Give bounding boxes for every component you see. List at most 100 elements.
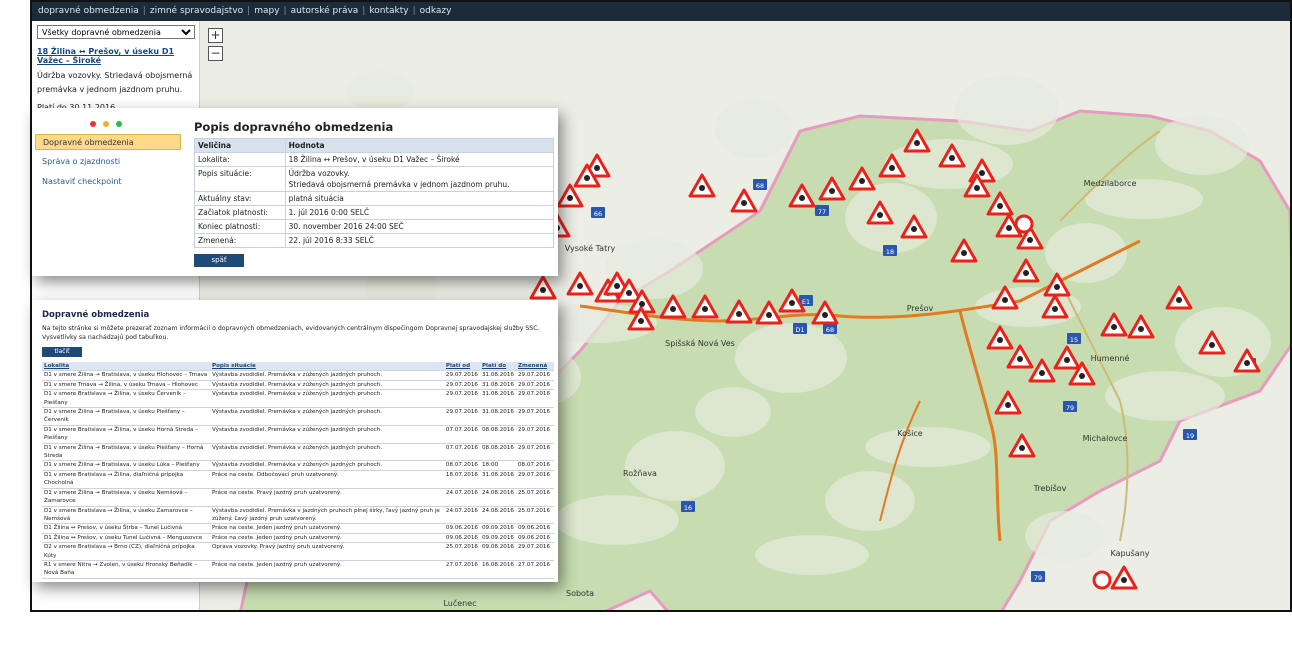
place-label: Sobota bbox=[566, 589, 594, 598]
menu-item-report[interactable]: Správa o zjazdnosti bbox=[35, 154, 181, 170]
table-cell: Výstavba zvodidiel. Premávka v zúžených … bbox=[209, 425, 444, 444]
table-row[interactable]: D1 v smere Žilina → Bratislava, v úseku … bbox=[42, 370, 554, 381]
roadwork-figure-icon bbox=[639, 301, 645, 307]
table-cell: D1 v smere Bratislava → Žilina, v úseku … bbox=[42, 389, 210, 409]
roadwork-figure-icon bbox=[1138, 326, 1144, 332]
table-cell: 27.07.2016 bbox=[443, 560, 480, 579]
column-header[interactable]: Platí do bbox=[479, 362, 516, 372]
table-cell: Práce na ceste. Jeden jazdný pruh uzatvo… bbox=[209, 523, 444, 534]
table-cell: 24.07.2016 bbox=[443, 506, 480, 525]
restriction-filter-select[interactable]: Všetky dopravné obmedzenia bbox=[37, 25, 195, 39]
table-cell: 31.08.2016 bbox=[479, 370, 516, 381]
table-row[interactable]: D1 v smere Žilina → Bratislava, v úseku … bbox=[42, 407, 554, 426]
back-button[interactable]: späť bbox=[194, 254, 244, 267]
road-shield-label: 79 bbox=[1034, 574, 1042, 582]
lowland-patch bbox=[865, 427, 991, 467]
roadwork-figure-icon bbox=[626, 290, 632, 296]
restriction-detail-card: Dopravné obmedzenia Správa o zjazdnosti … bbox=[32, 108, 558, 276]
roadwork-figure-icon bbox=[1019, 445, 1025, 451]
detail-table: Veličina Hodnota Lokalita: 18 Žilina ↔ Pre… bbox=[194, 138, 555, 248]
top-navigation: dopravné obmedzenia | zimné spravodajstvo |… bbox=[32, 2, 1290, 21]
road-shield-label: 16 bbox=[684, 504, 692, 512]
place-label: Michalovce bbox=[1083, 434, 1128, 443]
window-controls bbox=[90, 120, 129, 129]
table-cell: Oprava vozovky. Pravý jazdný pruh uzatvo… bbox=[209, 542, 444, 561]
nav-item[interactable]: zimné spravodajstvo bbox=[150, 6, 243, 16]
restrictions-list-card: Dopravné obmedzenia Na tejto stránke si … bbox=[32, 300, 558, 582]
closure-sign-icon bbox=[1014, 214, 1034, 234]
lowland-patch bbox=[1025, 511, 1105, 561]
roadwork-figure-icon bbox=[1027, 237, 1033, 243]
roadwork-figure-icon bbox=[799, 195, 805, 201]
table-row[interactable]: D1 v smere Žilina → Bratislava, v úseku … bbox=[42, 460, 554, 471]
table-cell: Práce na ceste. Pravý jazdný pruh uzatvo… bbox=[209, 488, 444, 507]
table-cell: 09.09.2016 bbox=[479, 533, 516, 544]
table-cell: 18:00 bbox=[479, 460, 516, 471]
table-cell: Výstavba zvodidiel. Premávka v jazdných … bbox=[209, 506, 444, 525]
table-cell: D1 v smere Žilina → Bratislava, v úseku … bbox=[42, 488, 210, 507]
table-row[interactable]: D2 v smere Bratislava → Brno (CZ), diaľn… bbox=[42, 542, 554, 561]
table-cell: 29.07.2016 bbox=[515, 470, 554, 489]
table-cell: 29.07.2016 bbox=[443, 370, 480, 381]
table-cell: 29.07.2016 bbox=[443, 407, 480, 426]
table-row[interactable]: R1 v smere Nitra → Zvolen, v úseku Hrons… bbox=[42, 560, 554, 579]
table-row[interactable]: D1 Žilina ↔ Prešov, v úseku Tunel Lučivn… bbox=[42, 533, 554, 544]
app-menu: Dopravné obmedzenia Správa o zjazdnosti … bbox=[35, 134, 181, 194]
column-header[interactable]: Lokalita bbox=[42, 362, 210, 372]
table-row[interactable]: D1 Žilina ↔ Prešov, v úseku Štrba – Tune… bbox=[42, 523, 554, 534]
nav-separator: | bbox=[142, 6, 146, 16]
lowland-patch bbox=[555, 495, 679, 545]
table-row[interactable]: D1 v smere Žilina → Bratislava, v úseku … bbox=[42, 488, 554, 507]
nav-item[interactable]: dopravné obmedzenia bbox=[38, 6, 139, 16]
roadwork-figure-icon bbox=[1052, 306, 1058, 312]
table-cell: D1 v smere Trnava → Žilina, v úseku Trna… bbox=[42, 380, 210, 391]
minimize-dot-icon[interactable] bbox=[103, 121, 109, 127]
table-cell: 29.07.2016 bbox=[515, 542, 554, 561]
zoom-out-button[interactable]: − bbox=[208, 46, 223, 61]
roadwork-figure-icon bbox=[1023, 270, 1029, 276]
road-shield-label: 15 bbox=[1070, 336, 1078, 344]
roadwork-figure-icon bbox=[889, 165, 895, 171]
roadwork-figure-icon bbox=[974, 185, 980, 191]
table-row[interactable]: D1 v smere Bratislava → Žilina, v úseku … bbox=[42, 506, 554, 525]
maximize-dot-icon[interactable] bbox=[116, 121, 122, 127]
restriction-link[interactable]: 18 Žilina ↔ Prešov, v úseku D1 Važec – Š… bbox=[37, 47, 194, 65]
nav-separator: | bbox=[362, 6, 366, 16]
column-header[interactable]: Popis situácie bbox=[209, 362, 444, 372]
print-button[interactable]: tlačiť bbox=[42, 347, 82, 357]
table-row[interactable]: D1 v smere Žilina → Bratislava, v úseku … bbox=[42, 443, 554, 462]
roadwork-figure-icon bbox=[567, 195, 573, 201]
table-row[interactable]: D1 v smere Bratislava → Žilina, diaľničn… bbox=[42, 470, 554, 489]
menu-item-restrictions[interactable]: Dopravné obmedzenia bbox=[35, 134, 181, 150]
table-row[interactable]: D1 v smere Bratislava → Žilina, v úseku … bbox=[42, 389, 554, 409]
nav-item[interactable]: autorské práva bbox=[291, 6, 359, 16]
list-intro: Na tejto stránke si môžete prezerať zozn… bbox=[42, 325, 540, 341]
nav-item[interactable]: odkazy bbox=[420, 6, 452, 16]
nav-item[interactable]: kontakty bbox=[369, 6, 408, 16]
property-label: Aktuálny stav: bbox=[194, 191, 286, 206]
table-cell: 16.08.2016 bbox=[479, 560, 516, 579]
place-label: Spišská Nová Ves bbox=[665, 338, 735, 348]
lowland-patch bbox=[1155, 115, 1249, 175]
place-label: Humenné bbox=[1091, 353, 1130, 363]
table-cell: 31.08.2016 bbox=[479, 389, 516, 409]
column-header: Hodnota bbox=[284, 138, 555, 153]
roadwork-figure-icon bbox=[766, 312, 772, 318]
table-cell: Práce na ceste. Jeden jazdný pruh uzatvo… bbox=[209, 533, 444, 544]
table-row[interactable]: D1 v smere Trnava → Žilina, v úseku Trna… bbox=[42, 380, 554, 391]
roadwork-figure-icon bbox=[1054, 284, 1060, 290]
table-cell: 09.08.2016 bbox=[479, 542, 516, 561]
column-header[interactable]: Zmenená bbox=[515, 362, 554, 372]
table-cell: D1 v smere Bratislava → Žilina, v úseku … bbox=[42, 425, 210, 444]
table-cell: 24.08.2016 bbox=[479, 488, 516, 507]
roadwork-figure-icon bbox=[584, 175, 590, 181]
roadwork-figure-icon bbox=[859, 178, 865, 184]
close-dot-icon[interactable] bbox=[90, 121, 96, 127]
table-cell: 29.07.2016 bbox=[515, 443, 554, 462]
nav-item[interactable]: mapy bbox=[254, 6, 279, 16]
column-header[interactable]: Platí od bbox=[443, 362, 480, 372]
menu-item-checkpoint[interactable]: Nastaviť checkpoint bbox=[35, 174, 181, 190]
zoom-in-button[interactable]: + bbox=[208, 28, 223, 43]
table-row[interactable]: D1 v smere Bratislava → Žilina, v úseku … bbox=[42, 425, 554, 444]
lowland-patch bbox=[345, 71, 415, 111]
